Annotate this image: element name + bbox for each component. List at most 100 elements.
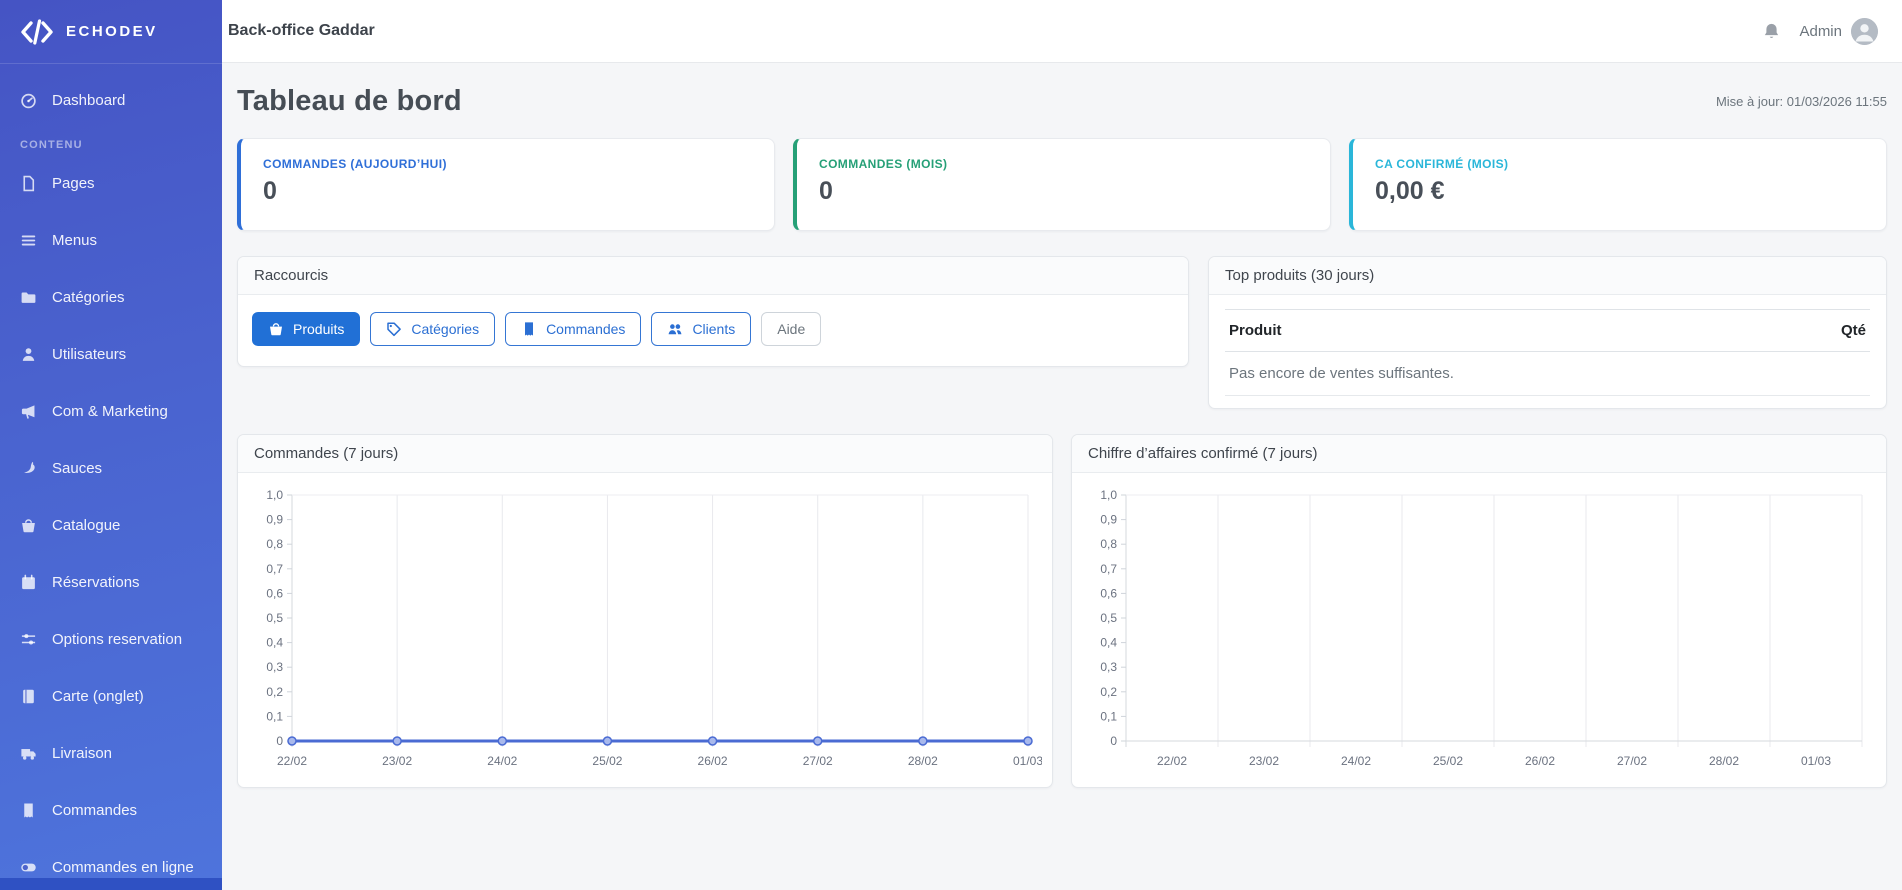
middle-row: Raccourcis Produits Catégories Commandes… [237, 256, 1887, 409]
sidebar-item-label: Réservations [52, 573, 140, 591]
sidebar: ECHODEV Dashboard CONTENU Pages Menus Ca… [0, 0, 222, 890]
sidebar-item-label: Sauces [52, 459, 103, 477]
svg-text:0,8: 0,8 [266, 537, 283, 551]
shortcuts-panel-title: Raccourcis [238, 257, 1188, 295]
sidebar-item-label: Pages [52, 174, 95, 192]
svg-text:1,0: 1,0 [1100, 488, 1117, 502]
stat-value: 0 [819, 177, 833, 205]
svg-text:24/02: 24/02 [1341, 754, 1371, 768]
sidebar-item-dashboard[interactable]: Dashboard [8, 80, 214, 120]
notifications-bell-icon[interactable] [1762, 21, 1781, 42]
sidebar-item-label: Com & Marketing [52, 402, 168, 420]
shortcuts-panel: Raccourcis Produits Catégories Commandes… [237, 256, 1189, 367]
svg-text:26/02: 26/02 [698, 754, 728, 768]
toggle-icon [21, 863, 36, 871]
stat-card-ca-confirme-mois: CA CONFIRMÉ (MOIS) 0,00 € [1349, 138, 1887, 231]
code-brackets-icon [21, 18, 53, 45]
sidebar-item-label: Catalogue [52, 516, 121, 534]
svg-text:1,0: 1,0 [266, 488, 283, 502]
sidebar-item-pages[interactable]: Pages [8, 163, 214, 203]
ca-confirme-line-chart: 1,0 0,9 0,8 0,7 0,6 0,5 0,4 0,3 0,2 0,1 0 22/02 23/0… [1078, 481, 1876, 781]
sidebar-item-commandes[interactable]: Commandes [8, 790, 214, 830]
svg-text:23/02: 23/02 [382, 754, 412, 768]
svg-text:28/02: 28/02 [1709, 754, 1739, 768]
shortcut-commandes-button[interactable]: Commandes [505, 312, 642, 346]
sidebar-item-livraison[interactable]: Livraison [8, 733, 214, 773]
sidebar-item-label: Carte (onglet) [52, 687, 144, 705]
sidebar-item-carte-onglet[interactable]: Carte (onglet) [8, 676, 214, 716]
basket-icon [270, 323, 282, 336]
table-row-empty: Pas encore de ventes suffisantes. [1225, 351, 1870, 396]
receipt-icon [24, 802, 33, 818]
stat-card-commandes-mois: COMMANDES (MOIS) 0 [793, 138, 1331, 231]
person-icon [22, 347, 35, 361]
sidebar-item-utilisateurs[interactable]: Utilisateurs [8, 334, 214, 374]
title-row: Tableau de bord Mise à jour: 01/03/2026 … [237, 85, 1887, 118]
chart-panel-commandes: Commandes (7 jours) 1,0 0,9 0,8 0,7 0,6 0,5 0,… [237, 434, 1053, 788]
stat-label: COMMANDES (AUJOURD’HUI) [263, 157, 447, 171]
svg-text:23/02: 23/02 [1249, 754, 1279, 768]
journal-icon [23, 689, 34, 703]
sidebar-item-sauces[interactable]: Sauces [8, 448, 214, 488]
button-label: Clients [692, 321, 736, 337]
svg-text:22/02: 22/02 [1157, 754, 1187, 768]
commandes-line-chart: 1,0 0,9 0,8 0,7 0,6 0,5 0,4 0,3 0,2 0,1 0 22/02 23/0… [244, 481, 1043, 781]
top-products-table: Produit Qté Pas encore de ventes suffisa… [1225, 309, 1870, 396]
shortcut-categories-button[interactable]: Catégories [370, 312, 496, 346]
sidebar-item-label: Catégories [52, 288, 125, 306]
svg-text:0,1: 0,1 [1100, 709, 1117, 723]
svg-text:22/02: 22/02 [277, 754, 307, 768]
sidebar-item-label: Utilisateurs [52, 345, 127, 363]
stat-value: 0 [263, 177, 277, 205]
button-label: Commandes [546, 321, 626, 337]
column-header-produit: Produit [1225, 309, 1643, 352]
sidebar-item-com-marketing[interactable]: Com & Marketing [8, 391, 214, 431]
sidebar-item-label: Options reservation [52, 630, 183, 648]
svg-text:01/03: 01/03 [1013, 754, 1042, 768]
brand-logo[interactable]: ECHODEV [0, 0, 222, 64]
shortcut-clients-button[interactable]: Clients [651, 312, 752, 346]
people-icon [669, 324, 682, 335]
app-root: ECHODEV Dashboard CONTENU Pages Menus Ca… [0, 0, 1902, 890]
svg-text:0,4: 0,4 [266, 636, 283, 650]
content: Tableau de bord Mise à jour: 01/03/2026 … [222, 63, 1902, 890]
button-label: Produits [293, 321, 345, 337]
pepper-icon [24, 461, 35, 473]
svg-text:25/02: 25/02 [1433, 754, 1463, 768]
button-label: Catégories [411, 321, 480, 337]
stats-row: COMMANDES (AUJOURD’HUI) 0 COMMANDES (MOI… [237, 138, 1887, 231]
sidebar-item-categories[interactable]: Catégories [8, 277, 214, 317]
main-column: Back-office Gaddar Admin Tableau de bord… [222, 0, 1902, 890]
file-icon [23, 175, 35, 191]
sidebar-item-options-reservation[interactable]: Options reservation [8, 619, 214, 659]
svg-text:28/02: 28/02 [908, 754, 938, 768]
user-name-label: Admin [1799, 22, 1842, 40]
sidebar-item-reservations[interactable]: Réservations [8, 562, 214, 602]
svg-text:0,9: 0,9 [266, 513, 283, 527]
svg-text:0,4: 0,4 [1100, 636, 1117, 650]
speedometer-icon [21, 93, 36, 108]
shortcut-produits-button[interactable]: Produits [252, 312, 361, 346]
shortcut-aide-button[interactable]: Aide [761, 312, 822, 346]
user-menu[interactable]: Admin [1799, 17, 1878, 45]
sidebar-item-menus[interactable]: Menus [8, 220, 214, 260]
topbar: Back-office Gaddar Admin [222, 0, 1902, 63]
top-products-panel: Top produits (30 jours) Produit Qté Pas … [1208, 256, 1887, 409]
svg-text:24/02: 24/02 [487, 754, 517, 768]
sidebar-nav: Dashboard CONTENU Pages Menus Catégories… [0, 64, 222, 887]
stat-card-commandes-aujourdhui: COMMANDES (AUJOURD’HUI) 0 [237, 138, 775, 231]
charts-row: Commandes (7 jours) 1,0 0,9 0,8 0,7 0,6 0,5 0,… [237, 434, 1887, 788]
svg-text:01/03: 01/03 [1801, 754, 1831, 768]
brand-name: ECHODEV [66, 23, 158, 40]
top-products-title: Top produits (30 jours) [1209, 257, 1886, 295]
chart-body: 1,0 0,9 0,8 0,7 0,6 0,5 0,4 0,3 0,2 0,1 0 22/02 23/0… [1072, 473, 1886, 787]
sidebar-item-catalogue[interactable]: Catalogue [8, 505, 214, 545]
avatar [1851, 17, 1878, 45]
svg-text:0,2: 0,2 [1100, 685, 1117, 699]
svg-text:25/02: 25/02 [592, 754, 622, 768]
receipt-icon [525, 322, 534, 336]
svg-text:0,3: 0,3 [266, 660, 283, 674]
svg-text:0,1: 0,1 [266, 709, 283, 723]
sliders-icon [21, 633, 36, 644]
svg-text:0,9: 0,9 [1100, 513, 1117, 527]
